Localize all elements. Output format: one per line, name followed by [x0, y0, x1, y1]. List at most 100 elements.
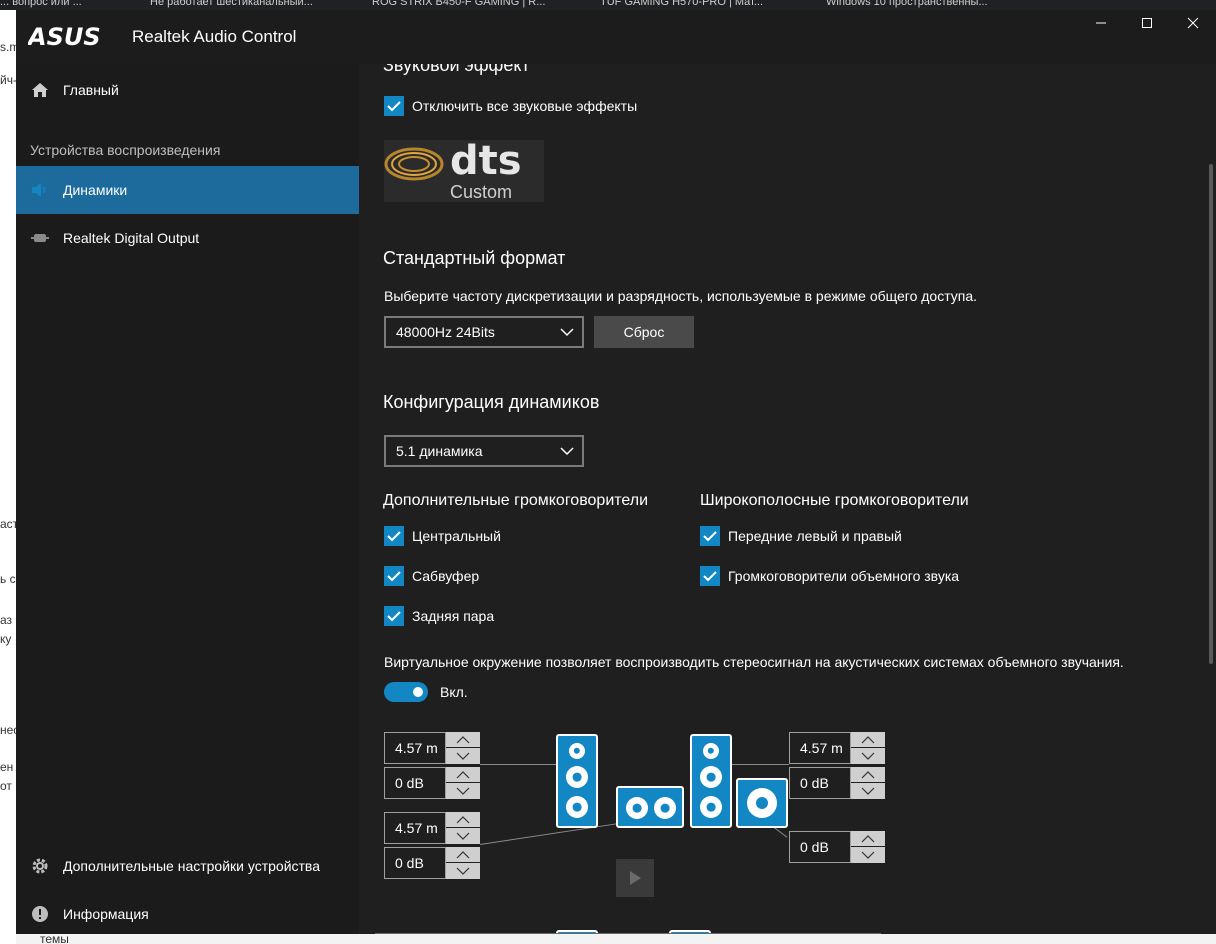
center-speaker[interactable] — [616, 786, 684, 828]
spinner-down-button[interactable] — [446, 828, 480, 844]
background-tab[interactable]: ... вопрос или ... — [0, 0, 82, 8]
sidebar-section-title: Устройства воспроизведения — [30, 142, 221, 158]
rear-pair-checkbox[interactable]: Задняя пара — [384, 606, 494, 626]
front-lr-checkbox[interactable]: Передние левый и правый — [700, 526, 902, 546]
subwoofer-gain-spinner[interactable]: 0 dB — [789, 831, 885, 863]
svg-text:ASUS: ASUS — [28, 24, 101, 50]
format-value: 48000Hz 24Bits — [396, 324, 495, 340]
checkmark-icon — [384, 96, 404, 116]
front-right-gain-spinner[interactable]: 0 dB — [789, 767, 885, 799]
front-right-speaker[interactable] — [690, 734, 732, 828]
front-left-gain-spinner[interactable]: 0 dB — [384, 767, 480, 799]
spinner-value[interactable]: 0 dB — [384, 847, 446, 879]
spinner-value[interactable]: 0 dB — [789, 831, 851, 863]
chevron-down-icon — [861, 851, 875, 859]
surround-speakers-checkbox[interactable]: Громкоговорители объемного звука — [700, 566, 959, 586]
format-heading: Стандартный формат — [383, 248, 566, 268]
subwoofer-speaker[interactable] — [736, 778, 788, 828]
spinner-up-button[interactable] — [446, 847, 480, 863]
sidebar-item-digital-output[interactable]: Realtek Digital Output — [16, 214, 359, 262]
sidebar: Главный Устройства воспроизведения Динам… — [16, 64, 359, 934]
title-bar[interactable]: ASUS Realtek Audio Control — [16, 10, 1216, 64]
spinner-value[interactable]: 4.57 m — [384, 812, 446, 844]
sidebar-item-label: Динамики — [63, 182, 128, 198]
background-text: йч- — [0, 73, 16, 87]
digital-output-icon — [30, 228, 50, 248]
toggle-state-label: Вкл. — [440, 684, 468, 700]
center-distance-spinner[interactable]: 4.57 m — [384, 812, 480, 844]
section-divider — [375, 933, 881, 934]
spinner-down-button[interactable] — [851, 847, 885, 863]
gear-icon — [30, 856, 50, 876]
speaker-config-dropdown[interactable]: 5.1 динамика — [384, 435, 584, 467]
sidebar-item-info[interactable]: Информация — [16, 890, 359, 934]
scrollbar-thumb[interactable] — [1209, 164, 1213, 664]
sidebar-item-advanced-settings[interactable]: Дополнительные настройки устройства — [16, 842, 359, 890]
disable-effects-checkbox[interactable]: Отключить все звуковые эффекты — [384, 96, 637, 116]
checkmark-icon — [700, 526, 720, 546]
minimize-button[interactable] — [1078, 10, 1124, 36]
background-tab[interactable]: TUF GAMING H570-PRO | Мат... — [600, 0, 763, 8]
background-text: ку — [0, 632, 12, 646]
background-tab[interactable]: Не работает шестиканальный... — [150, 0, 313, 8]
spinner-value[interactable]: 0 dB — [384, 767, 446, 799]
chevron-up-icon — [456, 735, 470, 743]
sidebar-item-main[interactable]: Главный — [16, 66, 359, 114]
background-text: нес — [0, 723, 16, 737]
center-speaker-checkbox[interactable]: Центральный — [384, 526, 501, 546]
spinner-up-button[interactable] — [446, 812, 480, 828]
chevron-down-icon — [456, 832, 470, 840]
spinner-value[interactable]: 4.57 m — [789, 732, 851, 764]
background-tab[interactable]: ROG STRIX B450-F GAMING | R... — [372, 0, 545, 8]
dts-sub-text: Custom — [450, 182, 513, 202]
connector-line — [480, 823, 619, 845]
background-text: аз — [0, 613, 13, 627]
spinner-down-button[interactable] — [446, 783, 480, 799]
checkbox-label: Отключить все звуковые эффекты — [412, 98, 638, 114]
checkbox-label: Громкоговорители объемного звука — [728, 568, 960, 584]
maximize-button[interactable] — [1124, 10, 1170, 36]
front-left-speaker[interactable] — [556, 734, 598, 828]
spinner-down-button[interactable] — [851, 748, 885, 764]
close-button[interactable] — [1170, 10, 1216, 36]
chevron-down-icon — [560, 447, 574, 456]
test-play-button[interactable] — [616, 859, 654, 897]
background-text: ь сі — [0, 572, 16, 586]
background-text: ен — [0, 760, 14, 774]
chevron-up-icon — [861, 735, 875, 743]
spinner-up-button[interactable] — [851, 831, 885, 847]
format-dropdown[interactable]: 48000Hz 24Bits — [384, 316, 584, 348]
subwoofer-checkbox[interactable]: Сабвуфер — [384, 566, 479, 586]
spinner-down-button[interactable] — [851, 783, 885, 799]
background-text: от — [0, 779, 12, 793]
fullrange-speakers-heading: Широкополосные громкоговорители — [700, 492, 969, 509]
spinner-up-button[interactable] — [851, 767, 885, 783]
chevron-down-icon — [560, 328, 574, 337]
sidebar-item-speakers[interactable]: Динамики — [16, 166, 359, 214]
virtual-surround-toggle[interactable] — [384, 682, 428, 702]
front-right-distance-spinner[interactable]: 4.57 m — [789, 732, 885, 764]
chevron-up-icon — [861, 770, 875, 778]
checkbox-label: Центральный — [412, 528, 501, 544]
chevron-down-icon — [456, 867, 470, 875]
vertical-scrollbar[interactable] — [1204, 64, 1216, 934]
center-gain-spinner[interactable]: 0 dB — [384, 847, 480, 879]
checkbox-label: Передние левый и правый — [728, 528, 902, 544]
background-text: аст — [0, 517, 16, 531]
chevron-up-icon — [456, 850, 470, 858]
checkbox-label: Задняя пара — [412, 608, 495, 624]
front-left-distance-spinner[interactable]: 4.57 m — [384, 732, 480, 764]
spinner-value[interactable]: 4.57 m — [384, 732, 446, 764]
spinner-up-button[interactable] — [446, 767, 480, 783]
spinner-up-button[interactable] — [446, 732, 480, 748]
sidebar-item-label: Realtek Digital Output — [63, 230, 200, 246]
asus-logo: ASUS — [28, 24, 101, 50]
spinner-down-button[interactable] — [446, 748, 480, 764]
background-tab[interactable]: Windows 10 пространственны... — [826, 0, 988, 8]
reset-button[interactable]: Сброс — [594, 316, 694, 348]
maximize-icon — [1142, 18, 1152, 28]
spinner-value[interactable]: 0 dB — [789, 767, 851, 799]
spinner-down-button[interactable] — [446, 863, 480, 879]
realtek-audio-window: ASUS Realtek Audio Control Главный Устро… — [16, 10, 1216, 934]
spinner-up-button[interactable] — [851, 732, 885, 748]
